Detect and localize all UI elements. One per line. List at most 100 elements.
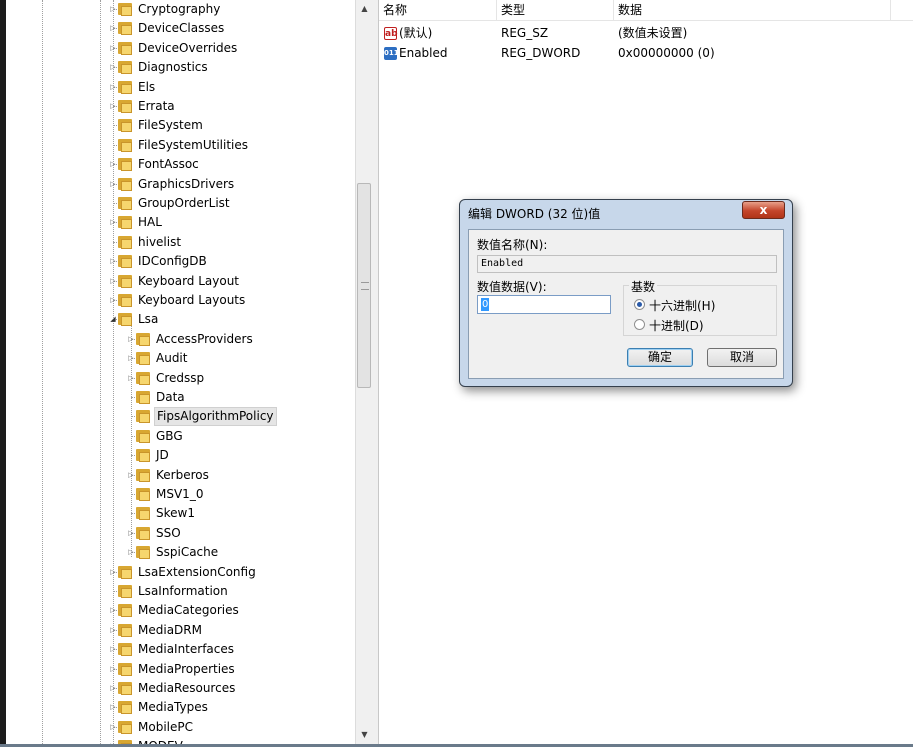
tree-scrollbar[interactable]: ▲ ▼: [355, 0, 373, 744]
tree-item-label: IDConfigDB: [138, 254, 207, 269]
tree-item-label: MediaCategories: [138, 603, 239, 618]
dword-value-icon: 011: [384, 47, 399, 60]
close-button[interactable]: x: [742, 201, 785, 219]
tree-item-label: FileSystem: [138, 118, 203, 133]
tree-item-label: HAL: [138, 215, 162, 230]
value-type: REG_SZ: [501, 26, 549, 40]
expand-arrow-icon[interactable]: ▷: [108, 601, 118, 620]
expand-arrow-icon[interactable]: ▷: [126, 369, 136, 388]
expand-arrow-icon[interactable]: ▷: [108, 39, 118, 58]
folder-icon: [136, 468, 151, 482]
tree-item-label: GroupOrderList: [138, 196, 230, 210]
expand-arrow-icon[interactable]: ▷: [126, 349, 136, 368]
value-data-text: 0: [481, 298, 490, 311]
expand-arrow-icon[interactable]: ▷: [108, 252, 118, 271]
tree-guide-line: [42, 0, 43, 744]
folder-icon: [136, 526, 151, 540]
tree-item-label: Data: [156, 390, 185, 404]
folder-icon: [118, 585, 133, 598]
expand-arrow-icon[interactable]: ▷: [108, 0, 118, 19]
tree-item-label: Cryptography: [138, 2, 221, 16]
collapse-arrow-icon[interactable]: ◢: [108, 310, 118, 329]
registry-tree[interactable]: ▷ Cryptography ▷ DeviceClasses ▷ DeviceOverri…: [6, 0, 355, 744]
folder-icon: [118, 100, 133, 113]
tree-item-label: MobilePC: [138, 719, 193, 734]
expand-arrow-icon[interactable]: ▷: [126, 524, 136, 543]
expand-arrow-icon[interactable]: ▷: [108, 718, 118, 737]
radio-decimal[interactable]: [634, 319, 645, 330]
tree-item-label: GBG: [156, 428, 183, 443]
tree-item-label: Kerberos: [156, 467, 209, 482]
value-type: REG_DWORD: [501, 46, 581, 60]
folder-icon: [118, 177, 133, 191]
expand-arrow-icon[interactable]: ▷: [108, 175, 118, 194]
cancel-button[interactable]: 取消: [707, 348, 777, 367]
list-row[interactable]: 011 Enabled REG_DWORD 0x00000000 (0): [379, 44, 913, 63]
expand-arrow-icon[interactable]: ▷: [108, 698, 118, 717]
value-name-label: 数值名称(N):: [477, 238, 548, 252]
tree-item-label: hivelist: [138, 234, 182, 249]
expand-arrow-icon[interactable]: ▷: [108, 660, 118, 679]
tree-item-label: DeviceClasses: [138, 21, 225, 36]
expand-arrow-icon[interactable]: ▷: [108, 679, 118, 698]
tree-item-label: LsaExtensionConfig: [138, 564, 256, 579]
radio-hex-label[interactable]: 十六进制(H): [649, 297, 715, 314]
expand-arrow-icon[interactable]: ▷: [108, 621, 118, 640]
folder-icon: [118, 604, 133, 618]
column-header-type[interactable]: 类型: [497, 0, 614, 20]
folder-icon: [136, 391, 151, 404]
expand-arrow-icon[interactable]: ▷: [126, 543, 136, 562]
expand-arrow-icon[interactable]: ▷: [108, 97, 118, 116]
tree-item-label: FipsAlgorithmPolicy: [154, 407, 277, 427]
expand-arrow-icon[interactable]: ▷: [126, 330, 136, 349]
expand-arrow-icon[interactable]: ▷: [126, 466, 136, 485]
expand-arrow-icon[interactable]: ▷: [108, 213, 118, 232]
tree-item-label: MediaTypes: [138, 700, 208, 715]
expand-arrow-icon[interactable]: ▷: [108, 563, 118, 582]
string-value-icon: ab: [384, 27, 398, 40]
value-data-input[interactable]: 0: [477, 295, 611, 314]
expand-arrow-icon[interactable]: ▷: [108, 737, 118, 744]
folder-icon: [118, 197, 133, 210]
tree-item-label: DeviceOverrides: [138, 40, 238, 55]
ok-button[interactable]: 确定: [627, 348, 693, 367]
tree-item-label: Skew1: [156, 506, 195, 521]
folder-icon: [118, 138, 133, 152]
folder-icon: [136, 410, 151, 424]
expand-arrow-icon[interactable]: ▷: [108, 78, 118, 97]
folder-icon: [136, 429, 151, 443]
expand-arrow-icon[interactable]: ▷: [108, 58, 118, 77]
tree-item-label: Diagnostics: [138, 60, 208, 75]
base-label: 基数: [629, 278, 658, 295]
folder-icon: [118, 623, 133, 637]
folder-icon: [118, 565, 133, 579]
expand-arrow-icon[interactable]: ▷: [108, 19, 118, 38]
radio-decimal-label[interactable]: 十进制(D): [649, 317, 704, 334]
radio-hex[interactable]: [634, 299, 645, 310]
expand-arrow-icon[interactable]: ▷: [108, 155, 118, 174]
expand-arrow-icon[interactable]: ▷: [108, 272, 118, 291]
tree-item-label: MediaDRM: [138, 622, 202, 637]
folder-icon: [118, 274, 133, 288]
tree-item-label: MediaProperties: [138, 661, 235, 676]
tree-item-label: AccessProviders: [156, 331, 253, 346]
folder-icon: [118, 158, 133, 172]
list-row[interactable]: ab (默认) REG_SZ (数值未设置): [379, 24, 913, 43]
tree-item-label: Keyboard Layout: [138, 273, 240, 288]
list-header: 名称 类型 数据: [379, 0, 913, 21]
folder-icon: [118, 643, 133, 657]
tree-item-label: MediaInterfaces: [138, 642, 235, 657]
tree-item-label: FileSystemUtilities: [138, 137, 248, 152]
expand-arrow-icon[interactable]: ▷: [108, 291, 118, 310]
tree-item-label: Audit: [156, 351, 188, 366]
column-header-data[interactable]: 数据: [614, 0, 891, 20]
expand-arrow-icon[interactable]: ▷: [108, 640, 118, 659]
folder-icon: [118, 313, 133, 327]
scrollbar-thumb[interactable]: [357, 183, 371, 388]
tree-item-label: Credssp: [156, 370, 205, 385]
tree-item-label: GraphicsDrivers: [138, 176, 235, 191]
scroll-up-arrow-icon[interactable]: ▲: [356, 0, 373, 17]
folder-icon: [118, 22, 133, 36]
column-header-name[interactable]: 名称: [379, 0, 497, 20]
scroll-down-arrow-icon[interactable]: ▼: [356, 726, 373, 743]
